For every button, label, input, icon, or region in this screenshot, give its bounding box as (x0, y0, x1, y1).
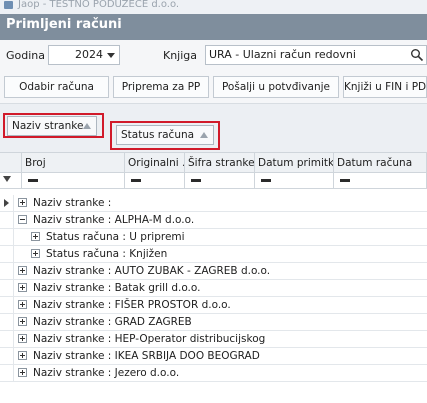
row-indicator (0, 365, 13, 382)
book-field[interactable]: URA - Ulazni račun redovni (205, 45, 427, 65)
year-select[interactable]: 2024 (48, 45, 120, 65)
search-icon[interactable] (410, 48, 424, 62)
indicator-column-header (0, 153, 22, 173)
select-invoices-button[interactable]: Odabir računa (4, 76, 109, 98)
filter-bar: Godina 2024 Knjiga URA - Ulazni račun re… (0, 40, 427, 70)
group-row-status[interactable]: Status računa : Knjižen (0, 246, 427, 263)
group-row-label: Naziv stranke : ALPHA-M d.o.o. (33, 214, 195, 226)
highlight-frame (110, 121, 220, 150)
group-row-label: Status računa : U pripremi (46, 231, 185, 243)
column-header-invoice-date[interactable]: Datum računa (334, 153, 427, 173)
group-row-client[interactable]: Naziv stranke : FIŠER PROSTOR d.o.o. (0, 297, 427, 314)
group-row-label: Naziv stranke : IKEA SRBIJA DOO BEOGRAD (33, 350, 260, 362)
group-row-label: Naziv stranke : FIŠER PROSTOR d.o.o. (33, 299, 231, 311)
filter-funnel-icon[interactable] (3, 176, 11, 182)
group-row-label: Naziv stranke : Jezero d.o.o. (33, 367, 180, 379)
group-row-client[interactable]: Naziv stranke : HEP-Operator distribucij… (0, 331, 427, 348)
expand-icon[interactable] (18, 198, 27, 207)
group-row-label: Status računa : Knjižen (46, 248, 168, 260)
filter-cell-original[interactable] (125, 173, 185, 188)
row-indicator (0, 331, 13, 348)
action-toolbar: Odabir računa Priprema za PP Pošalji u p… (0, 70, 427, 104)
group-by-panel: Naziv stranke Status računa (0, 104, 427, 152)
group-row-status[interactable]: Status računa : U pripremi (0, 229, 427, 246)
filter-cell-client-code[interactable] (185, 173, 255, 188)
group-row-client[interactable]: Naziv stranke : IKEA SRBIJA DOO BEOGRAD (0, 348, 427, 365)
filter-row-indicator (0, 173, 22, 188)
year-label: Godina (6, 49, 46, 62)
group-row-client[interactable]: Naziv stranke : (0, 195, 427, 212)
expander-bar (22, 200, 23, 205)
expand-icon[interactable] (31, 232, 40, 241)
row-indicator (0, 348, 13, 365)
filter-empty-mark (340, 179, 350, 182)
column-header-client-code[interactable]: Šifra stranke (185, 153, 255, 173)
group-row-client[interactable]: Naziv stranke : GRAD ZAGREB (0, 314, 427, 331)
book-value: URA - Ulazni račun redovni (209, 48, 356, 61)
expander-bar (22, 302, 23, 307)
expand-icon[interactable] (18, 351, 27, 360)
highlight-frame (3, 113, 104, 138)
grid-filter-row (0, 173, 427, 189)
column-header-original[interactable]: Originalni ... (125, 153, 185, 173)
group-row-label: Naziv stranke : (33, 197, 112, 209)
expander-bar (20, 219, 25, 220)
expand-icon[interactable] (18, 334, 27, 343)
year-value: 2024 (75, 48, 103, 61)
expander-bar (22, 285, 23, 290)
filter-cell-number[interactable] (22, 173, 125, 188)
group-row-label: Naziv stranke : Batak grill d.o.o. (33, 282, 201, 294)
group-row-client[interactable]: Naziv stranke : Batak grill d.o.o. (0, 280, 427, 297)
filter-cell-invoice-date[interactable] (334, 173, 427, 188)
expand-icon[interactable] (18, 266, 27, 275)
app-icon (4, 1, 13, 9)
row-indicator (0, 246, 13, 263)
page-title: Primljeni računi (6, 17, 122, 32)
book-label: Knjiga (163, 49, 198, 62)
group-row-client[interactable]: Naziv stranke : ALPHA-M d.o.o. (0, 212, 427, 229)
row-indicator (0, 297, 13, 314)
row-indicator (0, 280, 13, 297)
expand-icon[interactable] (18, 283, 27, 292)
expander-bar (22, 319, 23, 324)
expander-bar (22, 336, 23, 341)
post-to-fin-button[interactable]: Knjiži u FIN i PD (343, 76, 427, 98)
filter-empty-mark (261, 179, 271, 182)
grid-header: Broj Originalni ... Šifra stranke Datum … (0, 152, 427, 173)
page-title-bar: Primljeni računi (0, 14, 427, 40)
group-row-client[interactable]: Naziv stranke : Jezero d.o.o. (0, 365, 427, 382)
collapse-icon[interactable] (18, 215, 27, 224)
row-indicator (0, 195, 13, 212)
filter-cell-receipt-date[interactable] (255, 173, 334, 188)
expander-bar (35, 251, 36, 256)
row-indicator (0, 314, 13, 331)
expander-bar (22, 268, 23, 273)
group-row-client[interactable]: Naziv stranke : AUTO ZUBAK - ZAGREB d.o.… (0, 263, 427, 280)
column-header-receipt-date[interactable]: Datum primitka (255, 153, 334, 173)
row-indicator (0, 229, 13, 246)
row-indicator (0, 263, 13, 280)
expand-icon[interactable] (18, 317, 27, 326)
group-row-label: Naziv stranke : GRAD ZAGREB (33, 316, 192, 328)
window-title: Jaop - TESTNO PODUZECE d.o.o. (18, 0, 180, 10)
group-row-label: Naziv stranke : HEP-Operator distribucij… (33, 333, 266, 345)
filter-empty-mark (131, 179, 141, 182)
expand-icon[interactable] (18, 300, 27, 309)
prepare-pp-button[interactable]: Priprema za PP (113, 76, 209, 98)
expander-bar (35, 234, 36, 239)
expander-bar (22, 370, 23, 375)
filter-empty-mark (191, 179, 201, 182)
row-indicator (0, 212, 13, 229)
group-row-label: Naziv stranke : AUTO ZUBAK - ZAGREB d.o.… (33, 265, 271, 277)
expand-icon[interactable] (31, 249, 40, 258)
column-header-number[interactable]: Broj (22, 153, 125, 173)
chevron-down-icon (107, 53, 115, 58)
expander-bar (22, 353, 23, 358)
expand-icon[interactable] (18, 368, 27, 377)
current-row-arrow-icon (4, 199, 9, 207)
send-to-approval-button[interactable]: Pošalji u potvđivanje (213, 76, 339, 98)
window-titlebar: Jaop - TESTNO PODUZECE d.o.o. (0, 0, 427, 14)
filter-empty-mark (28, 179, 38, 182)
